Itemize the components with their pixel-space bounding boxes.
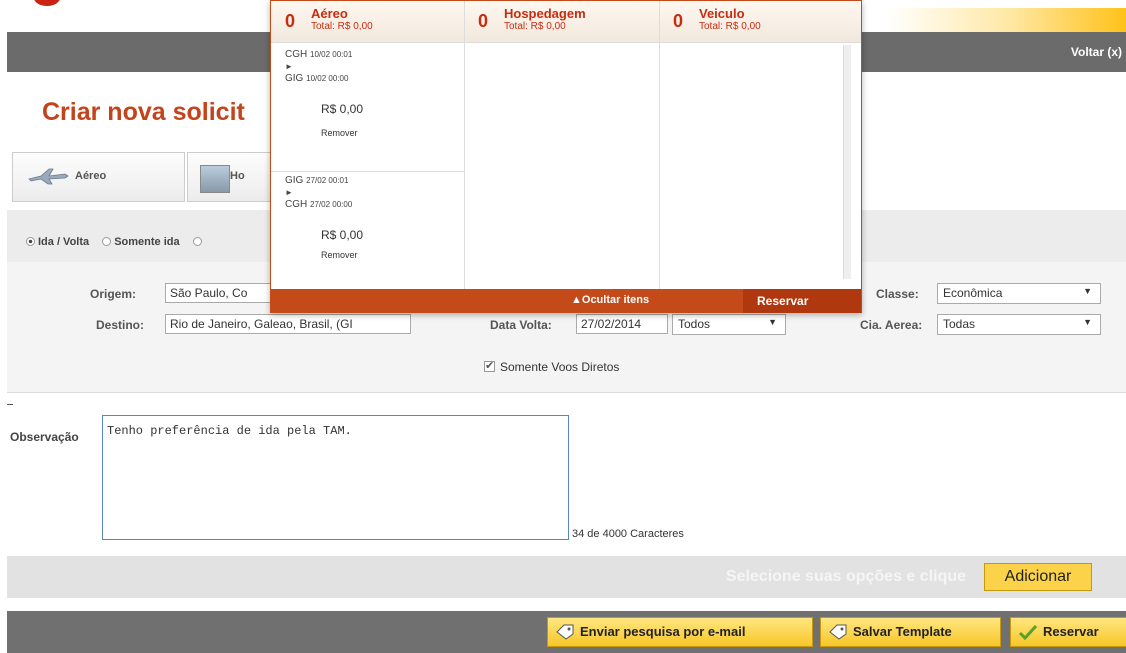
chevron-down-icon: ▼	[768, 317, 777, 327]
cart-column-total: Total: R$ 0,00	[699, 21, 761, 32]
page-title: Criar nova solicit	[42, 98, 245, 126]
observation-textarea[interactable]: Tenho preferência de ida pela TAM.	[102, 415, 569, 540]
tag-icon	[829, 624, 847, 640]
cart-count: 0	[285, 11, 296, 31]
tag-icon	[556, 624, 574, 640]
round-trip-option[interactable]: Ida / Volta	[26, 236, 89, 248]
char-counter: 34 de 4000 Caracteres	[572, 528, 684, 540]
cart-dropdown: 0 Aéreo Total: R$ 0,00 0 Hospedagem Tota…	[270, 0, 862, 313]
divider	[7, 404, 13, 405]
origem-label: Origem:	[90, 287, 137, 301]
airplane-icon	[28, 168, 69, 185]
cart-column-veiculo[interactable]: 0 Veiculo Total: R$ 0,00	[659, 1, 859, 43]
observation-label: Observação	[10, 430, 79, 444]
save-template-button[interactable]: Salvar Template	[820, 617, 1001, 647]
classe-select[interactable]: Econômica ▼	[937, 283, 1101, 304]
direct-flights-option[interactable]: Somente Voos Diretos	[484, 359, 619, 374]
classe-label: Classe:	[876, 287, 919, 301]
header-gradient	[886, 8, 1126, 32]
cart-count: 0	[478, 11, 489, 31]
destino-input[interactable]: Rio de Janeiro, Galeao, Brasil, (GI	[165, 314, 411, 334]
hide-items-button[interactable]: ▲Ocultar itens	[571, 294, 649, 306]
footer-bar: Enviar pesquisa por e-mail Salvar Templa…	[7, 611, 1126, 653]
data-volta-label: Data Volta:	[490, 318, 552, 332]
destino-label: Destino:	[96, 318, 144, 332]
divider	[659, 1, 660, 289]
time-select[interactable]: Todos ▼	[672, 314, 786, 335]
remove-link[interactable]: Remover	[321, 128, 363, 138]
cart-column-title: Hospedagem	[504, 6, 586, 21]
cart-flight-item: CGH 10/02 00:01 ► GIG 10/02 00:00 R$ 0,0…	[285, 49, 364, 138]
send-email-button[interactable]: Enviar pesquisa por e-mail	[547, 617, 813, 647]
divider	[464, 1, 465, 289]
data-volta-input[interactable]: 27/02/2014	[576, 314, 668, 334]
round-trip-radio[interactable]	[26, 237, 35, 246]
tab-aereo[interactable]: Aéreo	[12, 152, 185, 202]
cart-column-hospedagem[interactable]: 0 Hospedagem Total: R$ 0,00	[464, 1, 659, 43]
divider	[271, 171, 464, 172]
cart-column-aereo[interactable]: 0 Aéreo Total: R$ 0,00	[271, 1, 464, 43]
cart-footer: ▲Ocultar itens Reservar	[271, 289, 861, 313]
chevron-down-icon: ▼	[1083, 286, 1092, 296]
cart-count: 0	[673, 11, 684, 31]
check-icon	[1019, 624, 1037, 640]
cia-select[interactable]: Todas ▼	[937, 314, 1101, 335]
building-icon	[200, 165, 230, 193]
origem-input[interactable]: São Paulo, Co	[165, 283, 275, 303]
direct-flights-checkbox[interactable]	[484, 359, 495, 372]
cart-column-title: Aéreo	[311, 6, 348, 21]
add-button[interactable]: Adicionar	[984, 563, 1092, 591]
tab-aereo-label: Aéreo	[75, 170, 107, 182]
item-price: R$ 0,00	[321, 102, 364, 116]
one-way-option[interactable]: Somente ida	[102, 236, 180, 248]
multi-radio[interactable]	[192, 237, 202, 246]
chevron-down-icon: ▼	[1083, 317, 1092, 327]
cart-reserve-button[interactable]: Reservar	[743, 289, 861, 313]
item-price: R$ 0,00	[321, 228, 364, 242]
cart-header: 0 Aéreo Total: R$ 0,00 0 Hospedagem Tota…	[271, 1, 861, 43]
remove-link[interactable]: Remover	[321, 250, 363, 260]
cart-flight-item: GIG 27/02 00:01 ► CGH 27/02 00:00 R$ 0,0…	[285, 175, 364, 260]
one-way-radio[interactable]	[102, 237, 112, 246]
trip-type-options: Ida / Volta Somente ida	[26, 236, 205, 248]
logo	[34, 0, 60, 6]
action-hint: Selecione suas opções e clique	[725, 568, 966, 585]
divider	[7, 392, 1126, 393]
cia-label: Cia. Aerea:	[860, 318, 923, 332]
scrollbar[interactable]	[843, 45, 851, 279]
reserve-button[interactable]: Reservar	[1010, 617, 1126, 647]
cart-column-total: Total: R$ 0,00	[504, 21, 566, 32]
action-bar: Selecione suas opções e clique Adicionar	[7, 556, 1126, 598]
tab-hospedagem-label: Ho	[230, 170, 245, 182]
back-link[interactable]: Voltar (x)	[1071, 45, 1122, 59]
cart-column-title: Veiculo	[699, 6, 745, 21]
cart-column-total: Total: R$ 0,00	[311, 21, 373, 32]
